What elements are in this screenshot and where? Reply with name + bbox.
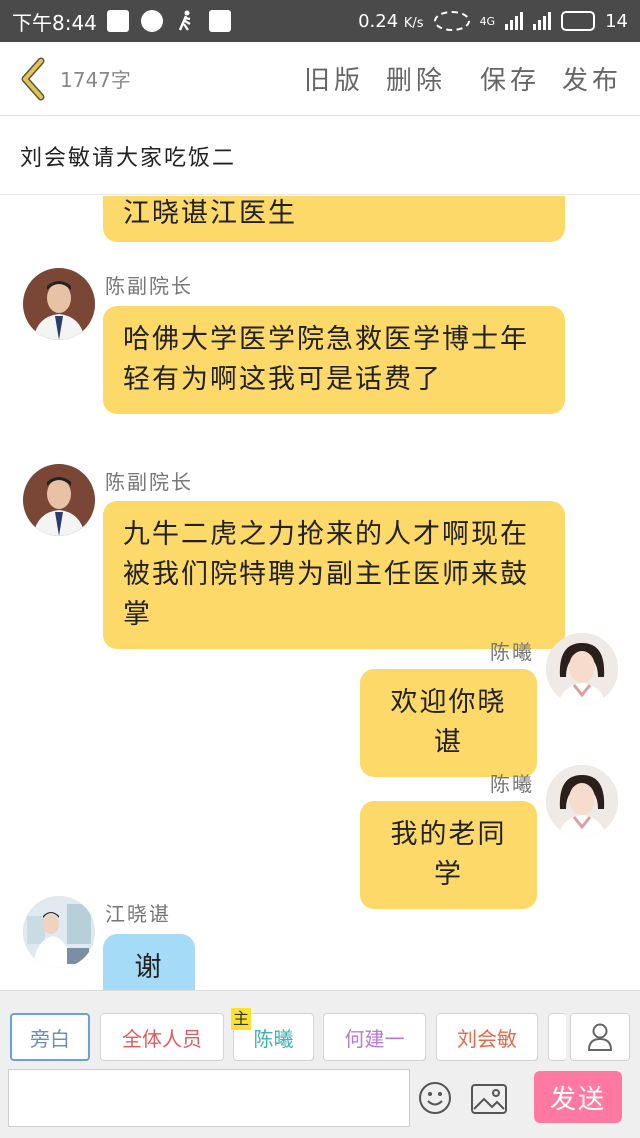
message-bubble[interactable]: 欢迎你晓谌 (360, 669, 537, 777)
message-input[interactable] (8, 1069, 410, 1127)
role-narrator[interactable]: 旁白 (10, 1013, 90, 1061)
chat-icon (140, 10, 163, 32)
main-role-badge: 主 (231, 1008, 252, 1030)
save-button[interactable]: 保存 (480, 60, 540, 97)
role-hejianyi[interactable]: 何建一 (323, 1013, 426, 1061)
role-label: 旁白 (30, 1026, 70, 1051)
message-bubble[interactable]: 江晓谌江医生 (103, 196, 565, 242)
role-label: 何建一 (344, 1026, 405, 1051)
signal-icon (505, 12, 524, 30)
composer-panel: 旁白 全体人员 主 陈曦 何建一 刘会敏 发送 (0, 990, 640, 1138)
emoji-button[interactable] (418, 1081, 452, 1115)
publish-button[interactable]: 发布 (562, 60, 622, 97)
message-text: 哈佛大学医学院急救医学博士年轻有为啊这我可是话费了 (123, 324, 529, 395)
send-button[interactable]: 发送 (534, 1071, 622, 1123)
chat-area[interactable]: 江晓谌江医生 陈副院长 哈佛大学医学院急救医学博士年轻有为啊这我可是话费了 陈副… (0, 196, 640, 990)
role-more[interactable] (548, 1013, 566, 1061)
message-icon (106, 10, 129, 32)
person-icon (587, 1023, 613, 1051)
message-bubble[interactable]: 哈佛大学医学院急救医学博士年轻有为啊这我可是话费了 (103, 306, 565, 414)
speaker-name: 陈副院长 (105, 274, 193, 298)
message-bubble[interactable]: 谢谢 (103, 934, 195, 990)
chevron-left-icon (21, 57, 45, 100)
role-label: 刘会敏 (457, 1026, 517, 1051)
old-version-button[interactable]: 旧版 (304, 60, 364, 97)
battery-level: 14 (605, 10, 628, 32)
back-button[interactable] (8, 42, 58, 116)
calendar-icon (208, 10, 231, 32)
message-text: 九牛二虎之力抢来的人才啊现在被我们院特聘为副主任医师来鼓掌 (123, 519, 529, 630)
avatar[interactable] (23, 896, 95, 968)
role-manage-button[interactable] (570, 1013, 630, 1061)
network-speed: 0.24 K/s (358, 10, 424, 32)
battery-icon (561, 11, 596, 31)
message-text: 我的老同学 (390, 819, 507, 890)
word-count: 1747字 (60, 68, 131, 92)
signal-2-icon (533, 12, 552, 30)
speaker-name: 江晓谌 (105, 902, 171, 926)
message-bubble[interactable]: 我的老同学 (360, 801, 537, 909)
role-selector: 旁白 全体人员 主 陈曦 何建一 刘会敏 (0, 1008, 640, 1061)
delete-button[interactable]: 删除 (386, 60, 446, 97)
editor-header: 1747字 旧版 删除 保存 发布 (0, 42, 640, 116)
sync-icon (433, 11, 470, 31)
role-liuhuimin[interactable]: 刘会敏 (436, 1013, 538, 1061)
story-title[interactable]: 刘会敏请大家吃饭二 (0, 117, 640, 195)
role-everyone[interactable]: 全体人员 (100, 1013, 224, 1061)
avatar[interactable] (546, 633, 618, 705)
avatar[interactable] (23, 268, 95, 340)
status-bar: 下午8:44 0.24 K/s 4G 14 (0, 0, 640, 42)
message-bubble[interactable]: 九牛二虎之力抢来的人才啊现在被我们院特聘为副主任医师来鼓掌 (103, 501, 565, 649)
message-text: 谢谢 (134, 952, 164, 983)
message-text: 江晓谌江医生 (123, 198, 297, 229)
speaker-name: 陈副院长 (105, 470, 193, 494)
image-icon (471, 1084, 507, 1114)
speaker-name: 陈曦 (490, 640, 534, 664)
message-text: 欢迎你晓谌 (390, 687, 507, 758)
walking-icon (175, 10, 197, 32)
speaker-name: 陈曦 (490, 772, 534, 796)
network-type: 4G (479, 14, 496, 28)
avatar[interactable] (23, 464, 95, 536)
status-time: 下午8:44 (12, 10, 97, 35)
role-label: 全体人员 (122, 1026, 202, 1051)
smiley-icon (419, 1082, 451, 1114)
avatar[interactable] (546, 765, 618, 837)
role-chenxi[interactable]: 主 陈曦 (231, 1008, 314, 1061)
role-label: 陈曦 (253, 1026, 294, 1051)
image-button[interactable] (470, 1083, 508, 1115)
